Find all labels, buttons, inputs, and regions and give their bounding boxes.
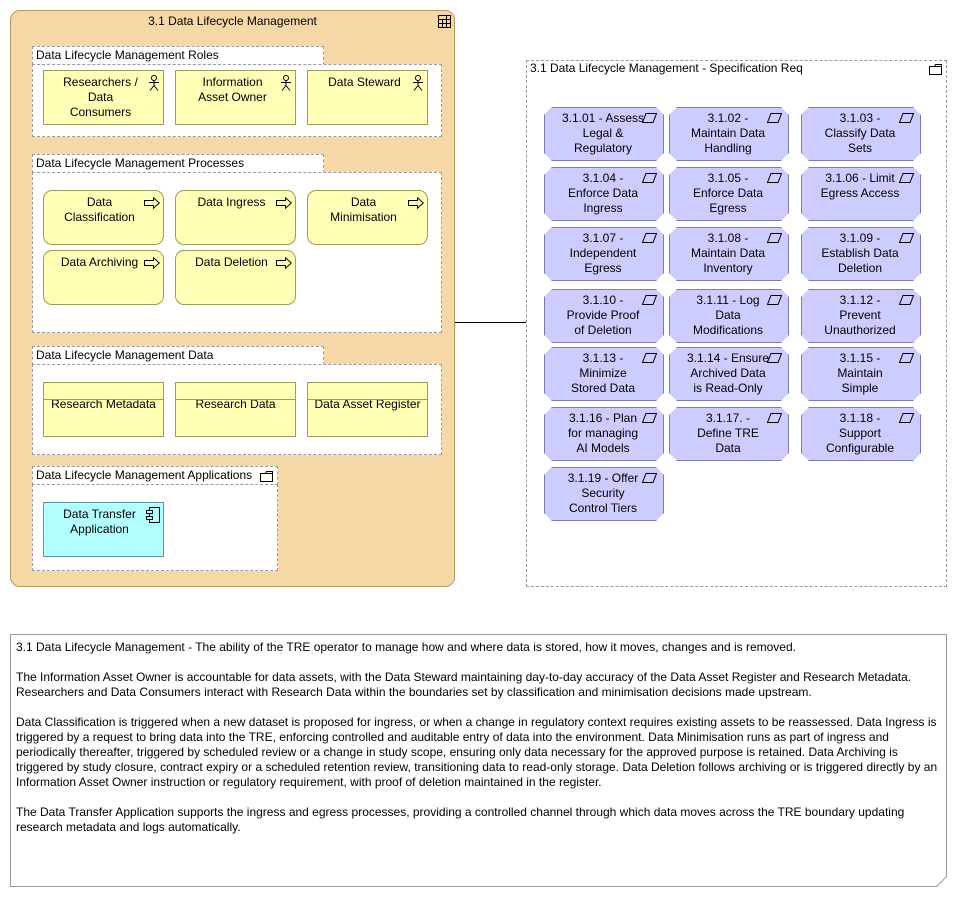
requirement-label: 3.1.16 - Plan for managing AI Models: [567, 411, 639, 455]
requirement-label: 3.1.03 - Classify Data Sets: [824, 111, 896, 155]
requirement-label: 3.1.06 - Limit Egress Access: [820, 171, 900, 200]
requirement-item[interactable]: 3.1.03 - Classify Data Sets: [801, 107, 921, 161]
process-arrow-icon: [408, 196, 425, 213]
requirement-icon: [767, 295, 782, 305]
requirement-icon: [642, 173, 657, 183]
requirement-label: 3.1.02 - Maintain Data Handling: [690, 111, 766, 155]
processes-group-tab: Data Lifecycle Management Processes: [32, 154, 324, 173]
requirement-icon: [767, 113, 782, 123]
requirement-icon: [899, 113, 914, 123]
requirement-label: 3.1.13 - Minimize Stored Data: [570, 351, 636, 395]
process-arrow-icon: [276, 196, 293, 213]
requirement-icon: [767, 173, 782, 183]
main-group-title: 3.1 Data Lifecycle Management: [148, 14, 317, 28]
requirement-item[interactable]: 3.1.08 - Maintain Data Inventory: [669, 227, 789, 281]
note-corner-icon: [936, 876, 947, 887]
requirement-icon: [899, 233, 914, 243]
note-paragraph: Data Classification is triggered when a …: [16, 715, 938, 789]
requirement-icon: [642, 413, 657, 423]
data-group-tab: Data Lifecycle Management Data: [32, 346, 324, 365]
requirement-label: 3.1.07 - Independent Egress: [569, 231, 637, 275]
requirement-item[interactable]: 3.1.18 - Support Configurable: [801, 407, 921, 461]
requirement-icon: [642, 353, 657, 363]
requirement-icon: [642, 113, 657, 123]
role-information-asset-owner[interactable]: Information Asset Owner: [175, 70, 296, 125]
connector-line: [455, 322, 526, 323]
requirement-label: 3.1.04 - Enforce Data Ingress: [567, 171, 639, 215]
requirement-item[interactable]: 3.1.15 - Maintain Simple: [801, 347, 921, 401]
data-object-research-metadata[interactable]: Research Metadata: [43, 382, 164, 437]
data-object-research-data[interactable]: Research Data: [175, 382, 296, 437]
requirement-item[interactable]: 3.1.17. - Define TRE Data: [669, 407, 789, 461]
roles-group-tab: Data Lifecycle Management Roles: [32, 46, 324, 65]
requirement-icon: [899, 353, 914, 363]
actor-icon: [280, 75, 292, 95]
requirement-label: 3.1.19 - Offer Security Control Tiers: [567, 471, 639, 515]
requirement-icon: [899, 295, 914, 305]
requirement-item[interactable]: 3.1.13 - Minimize Stored Data: [544, 347, 664, 401]
requirement-item[interactable]: 3.1.01 - Assess Legal & Regulatory: [544, 107, 664, 161]
requirement-label: 3.1.18 - Support Configurable: [825, 411, 895, 455]
requirement-icon: [767, 353, 782, 363]
spec-group-title: 3.1 Data Lifecycle Management - Specific…: [530, 61, 803, 75]
requirement-icon: [899, 413, 914, 423]
requirement-label: 3.1.10 - Provide Proof of Deletion: [566, 293, 640, 337]
process-arrow-icon: [144, 196, 161, 213]
actor-icon: [412, 75, 424, 95]
note-paragraph: The Data Transfer Application supports t…: [16, 805, 905, 834]
requirement-item[interactable]: 3.1.06 - Limit Egress Access: [801, 167, 921, 221]
applications-group-tab: Data Lifecycle Management Applications: [32, 466, 278, 485]
data-object-data-asset-register[interactable]: Data Asset Register: [307, 382, 428, 437]
requirement-item[interactable]: 3.1.16 - Plan for managing AI Models: [544, 407, 664, 461]
folder-icon: [929, 64, 942, 75]
note-paragraph: 3.1 Data Lifecycle Management - The abil…: [16, 640, 796, 654]
requirement-icon: [642, 473, 657, 483]
requirement-label: 3.1.08 - Maintain Data Inventory: [690, 231, 766, 275]
requirement-item[interactable]: 3.1.19 - Offer Security Control Tiers: [544, 467, 664, 521]
grouping-icon: [438, 15, 451, 28]
requirement-label: 3.1.14 - Ensure Archived Data is Read-On…: [686, 351, 770, 395]
requirement-icon: [767, 413, 782, 423]
note-paragraph: The Information Asset Owner is accountab…: [16, 670, 912, 699]
process-data-classification[interactable]: Data Classification: [43, 190, 164, 245]
requirement-label: 3.1.01 - Assess Legal & Regulatory: [561, 111, 645, 155]
requirement-icon: [767, 233, 782, 243]
requirement-icon: [642, 233, 657, 243]
requirement-label: 3.1.15 - Maintain Simple: [837, 351, 883, 395]
component-icon: [146, 507, 160, 527]
process-data-minimisation[interactable]: Data Minimisation: [307, 190, 428, 245]
requirement-label: 3.1.17. - Define TRE Data: [697, 411, 759, 455]
requirement-item[interactable]: 3.1.11 - Log Data Modifications: [669, 289, 789, 343]
process-data-deletion[interactable]: Data Deletion: [175, 250, 296, 305]
requirement-icon: [899, 173, 914, 183]
requirement-label: 3.1.05 - Enforce Data Egress: [692, 171, 764, 215]
requirement-item[interactable]: 3.1.07 - Independent Egress: [544, 227, 664, 281]
process-arrow-icon: [276, 256, 293, 273]
process-data-ingress[interactable]: Data Ingress: [175, 190, 296, 245]
requirement-label: 3.1.11 - Log Data Modifications: [692, 293, 764, 337]
actor-icon: [148, 75, 160, 95]
requirement-label: 3.1.09 - Establish Data Deletion: [821, 231, 899, 275]
requirement-item[interactable]: 3.1.12 - Prevent Unauthorized: [801, 289, 921, 343]
application-data-transfer[interactable]: Data Transfer Application: [43, 502, 164, 557]
process-arrow-icon: [144, 256, 161, 273]
description-note-text: 3.1 Data Lifecycle Management - The abil…: [16, 640, 941, 850]
process-data-archiving[interactable]: Data Archiving: [43, 250, 164, 305]
role-data-steward[interactable]: Data Steward: [307, 70, 428, 125]
folder-icon: [260, 471, 273, 482]
requirement-item[interactable]: 3.1.14 - Ensure Archived Data is Read-On…: [669, 347, 789, 401]
requirement-icon: [642, 295, 657, 305]
requirement-item[interactable]: 3.1.02 - Maintain Data Handling: [669, 107, 789, 161]
requirement-item[interactable]: 3.1.05 - Enforce Data Egress: [669, 167, 789, 221]
role-researchers[interactable]: Researchers / Data Consumers: [43, 70, 164, 125]
requirement-item[interactable]: 3.1.10 - Provide Proof of Deletion: [544, 289, 664, 343]
requirement-item[interactable]: 3.1.09 - Establish Data Deletion: [801, 227, 921, 281]
requirement-label: 3.1.12 - Prevent Unauthorized: [824, 293, 896, 337]
requirement-item[interactable]: 3.1.04 - Enforce Data Ingress: [544, 167, 664, 221]
